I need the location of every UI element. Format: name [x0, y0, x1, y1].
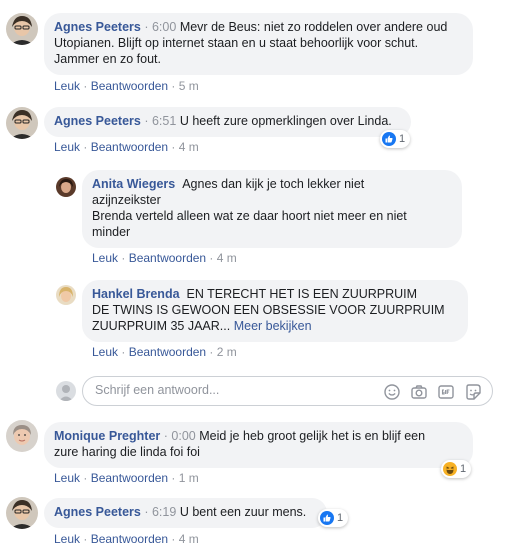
comment-author[interactable]: Agnes Peeters: [54, 20, 141, 34]
comment-age[interactable]: 4 m: [179, 140, 199, 154]
reply-author[interactable]: Anita Wiegers: [92, 177, 175, 191]
comment-text: Meid je heb groot gelijk het is en blijf…: [199, 429, 426, 443]
comment-text: Jammer en zo fout.: [54, 52, 161, 66]
reply-bubble: Hankel Brenda EN TERECHT HET IS EEN ZUUR…: [82, 280, 468, 342]
comment-author[interactable]: Monique Preghter: [54, 429, 160, 443]
reply-text: Agnes dan kijk je toch lekker niet: [182, 177, 365, 191]
reply-link[interactable]: Beantwoorden: [129, 345, 206, 359]
reply-placeholder: Schrijf een antwoord...: [95, 383, 220, 397]
avatar[interactable]: [6, 420, 38, 452]
comment-bubble: Agnes Peeters · 6:00 Mevr de Beus: niet …: [44, 13, 473, 75]
comment-age[interactable]: 5 m: [179, 79, 199, 93]
reply-link[interactable]: Beantwoorden: [91, 471, 168, 485]
avatar[interactable]: [6, 13, 38, 45]
comment-actions: Leuk · Beantwoorden · 5 m: [54, 79, 199, 93]
see-more-link[interactable]: Meer bekijken: [234, 319, 312, 333]
comment-bubble: Agnes Peeters · 6:19 U bent een zuur men…: [44, 498, 327, 528]
like-link[interactable]: Leuk: [54, 532, 80, 546]
comment-text: U bent een zuur mens.: [179, 505, 307, 519]
comment-text: Mevr de Beus: niet zo roddelen over ande…: [179, 20, 448, 34]
reply-bubble: Anita Wiegers Agnes dan kijk je toch lek…: [82, 170, 462, 248]
reply-actions: Leuk · Beantwoorden · 2 m: [92, 345, 237, 359]
avatar[interactable]: [6, 497, 38, 529]
reply-text: minder: [92, 225, 131, 239]
reply-link[interactable]: Beantwoorden: [91, 532, 168, 546]
comment-text: Utopianen. Blijft op internet staan en u…: [54, 36, 419, 50]
like-icon: [320, 511, 334, 525]
comment-author[interactable]: Agnes Peeters: [54, 505, 141, 519]
like-link[interactable]: Leuk: [92, 251, 118, 265]
comment-age[interactable]: 1 m: [179, 471, 199, 485]
comment-age[interactable]: 4 m: [179, 532, 199, 546]
comment-actions: Leuk · Beantwoorden · 4 m: [54, 532, 199, 546]
reaction-badge[interactable]: 1: [318, 509, 349, 527]
comment-actions: Leuk · Beantwoorden · 1 m: [54, 471, 199, 485]
comment-text: zure haring die linda foi foi: [54, 445, 200, 459]
like-link[interactable]: Leuk: [54, 79, 80, 93]
reply-input[interactable]: Schrijf een antwoord...: [82, 376, 493, 406]
comment-author[interactable]: Agnes Peeters: [54, 114, 141, 128]
avatar[interactable]: [56, 177, 76, 197]
camera-icon[interactable]: [410, 383, 428, 401]
reaction-badge[interactable]: 1: [441, 460, 472, 478]
avatar[interactable]: [6, 107, 38, 139]
comment-text: U heeft zure opmerklingen over Linda.: [179, 114, 392, 128]
reply-text: azijnzeikster: [92, 193, 161, 207]
reply-age[interactable]: 4 m: [217, 251, 237, 265]
reply-actions: Leuk · Beantwoorden · 4 m: [92, 251, 237, 265]
reaction-count: 1: [337, 512, 344, 524]
smiley-icon[interactable]: [383, 383, 401, 401]
reply-link[interactable]: Beantwoorden: [129, 251, 206, 265]
avatar: [56, 381, 76, 401]
like-link[interactable]: Leuk: [92, 345, 118, 359]
reply-author[interactable]: Hankel Brenda: [92, 287, 180, 301]
comment-bubble: Agnes Peeters · 6:51 U heeft zure opmerk…: [44, 107, 411, 137]
sticker-icon[interactable]: [464, 383, 482, 401]
reply-text: Brenda verteld alleen wat ze daar hoort …: [92, 209, 407, 223]
comment-bubble: Monique Preghter · 0:00 Meid je heb groo…: [44, 422, 473, 468]
reply-link[interactable]: Beantwoorden: [91, 140, 168, 154]
reply-text: DE TWINS IS GEWOON EEN OBSESSIE VOOR ZUU…: [92, 303, 445, 317]
like-link[interactable]: Leuk: [54, 140, 80, 154]
comment-time: 6:51: [151, 114, 177, 128]
comment-time: 6:19: [151, 505, 177, 519]
like-icon: [382, 132, 396, 146]
reaction-count: 1: [460, 463, 467, 475]
haha-icon: [443, 462, 457, 476]
reply-age[interactable]: 2 m: [217, 345, 237, 359]
comment-time: 6:00: [151, 20, 177, 34]
reaction-count: 1: [399, 133, 406, 145]
gif-icon[interactable]: [437, 383, 455, 401]
like-link[interactable]: Leuk: [54, 471, 80, 485]
reply-link[interactable]: Beantwoorden: [91, 79, 168, 93]
reply-text: ZUURPRUIM 35 JAAR...: [92, 319, 231, 333]
avatar[interactable]: [56, 285, 76, 305]
reaction-badge[interactable]: 1: [380, 130, 411, 148]
reply-text: EN TERECHT HET IS EEN ZUURPRUIM: [186, 287, 418, 301]
comment-actions: Leuk · Beantwoorden · 4 m: [54, 140, 199, 154]
comment-time: 0:00: [171, 429, 196, 443]
